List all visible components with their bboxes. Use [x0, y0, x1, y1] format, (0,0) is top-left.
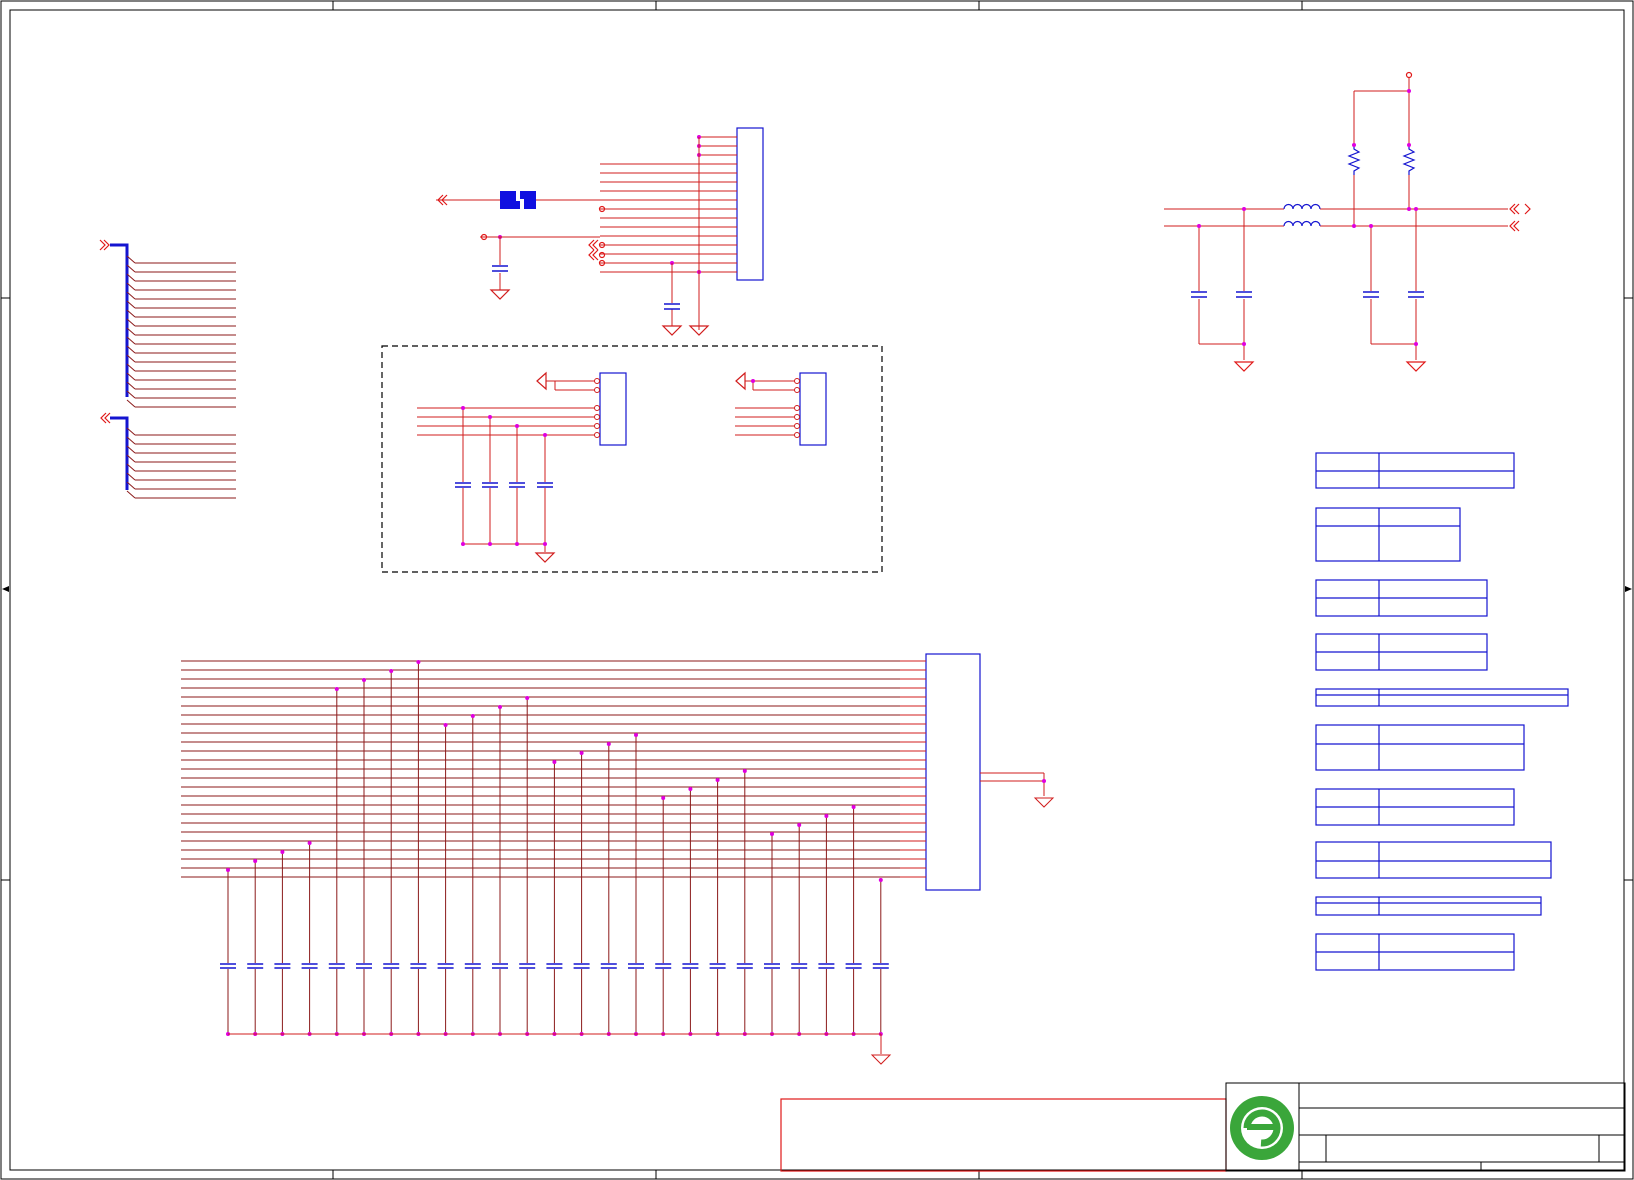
junction-dot — [470, 714, 475, 718]
ground-symbol — [489, 289, 511, 300]
junction-dot — [770, 832, 774, 836]
ground-symbol — [870, 1054, 892, 1065]
junction-dot — [552, 760, 557, 764]
ground-symbol — [1233, 361, 1255, 372]
net-table — [1315, 688, 1569, 707]
net-table — [1315, 896, 1542, 916]
schematic-canvas — [0, 0, 1634, 1180]
pin-marker — [794, 405, 800, 411]
junction-dot — [543, 542, 547, 546]
pin-marker — [794, 387, 800, 393]
pin-marker — [594, 423, 600, 429]
junction-dot — [488, 415, 492, 419]
junction-dot — [416, 660, 421, 664]
power-flag-left — [536, 371, 547, 391]
inductor-l1 — [1283, 203, 1321, 210]
ground-symbol — [534, 552, 556, 563]
ground-symbol — [661, 325, 683, 336]
green-e-logo — [1230, 1096, 1294, 1160]
junction-dot — [742, 769, 747, 773]
junction-dot — [334, 687, 339, 691]
junction-dot — [579, 751, 584, 755]
connector-body-top — [736, 127, 764, 281]
connector-top-middle — [436, 127, 764, 336]
sheet-frame — [0, 0, 1634, 1180]
pin-marker — [594, 414, 600, 420]
net-table — [1315, 724, 1525, 771]
junction-dot — [362, 678, 366, 682]
connector-bottom-main — [181, 653, 1055, 1065]
pin-marker — [794, 414, 800, 420]
resistor-r2 — [1402, 145, 1416, 175]
junction-dot — [515, 424, 519, 428]
inductor-l2 — [1283, 220, 1321, 227]
ferrite-bead — [500, 191, 536, 209]
filter-section-top-right — [1164, 71, 1531, 372]
bus-section-left — [99, 239, 236, 499]
junction-dot — [515, 542, 519, 546]
net-tables — [1315, 452, 1569, 971]
junction-dot — [443, 723, 448, 727]
junction-dot — [461, 406, 465, 410]
junction-dot — [253, 859, 258, 863]
junction-dot — [543, 433, 547, 437]
connector-body-main — [925, 653, 981, 891]
connector-j-left — [599, 372, 627, 446]
pin-marker — [594, 378, 600, 384]
junction-dot — [797, 823, 802, 827]
pin-marker — [594, 387, 600, 393]
junction-dot — [606, 742, 611, 746]
junction-dot — [715, 778, 720, 782]
junction-dot — [661, 796, 666, 800]
junction-dot — [280, 850, 285, 854]
title-block — [780, 1082, 1626, 1172]
junction-dot — [498, 705, 502, 709]
junction-dot — [307, 841, 312, 845]
optional-connector-group — [381, 345, 883, 573]
pin-marker — [794, 378, 800, 384]
junction-dot — [389, 669, 394, 673]
pin-marker — [794, 432, 800, 438]
ground-symbol — [1405, 361, 1427, 372]
connector-j-right — [799, 372, 827, 446]
revision-box — [780, 1098, 1227, 1172]
junction-dot — [824, 814, 829, 818]
junction-dot — [461, 542, 465, 546]
resistor-r1 — [1347, 145, 1361, 175]
schematic-sheet — [0, 0, 1634, 1180]
power-flag-right — [735, 371, 746, 391]
junction-dot — [751, 379, 755, 383]
junction-dot — [851, 805, 856, 809]
net-table — [1315, 507, 1461, 562]
junction-dot — [226, 868, 230, 872]
junction-dot — [634, 733, 638, 737]
net-table — [1315, 841, 1552, 879]
pin-marker — [794, 423, 800, 429]
ground-symbol — [1033, 797, 1055, 808]
junction-dot — [878, 878, 883, 882]
junction-dot — [488, 542, 492, 546]
pin-marker — [594, 432, 600, 438]
pin-marker — [594, 405, 600, 411]
junction-dot — [525, 696, 530, 700]
bus-port-arrows — [99, 239, 111, 424]
frame-arrows — [2, 586, 1632, 592]
junction-dot — [688, 787, 693, 791]
